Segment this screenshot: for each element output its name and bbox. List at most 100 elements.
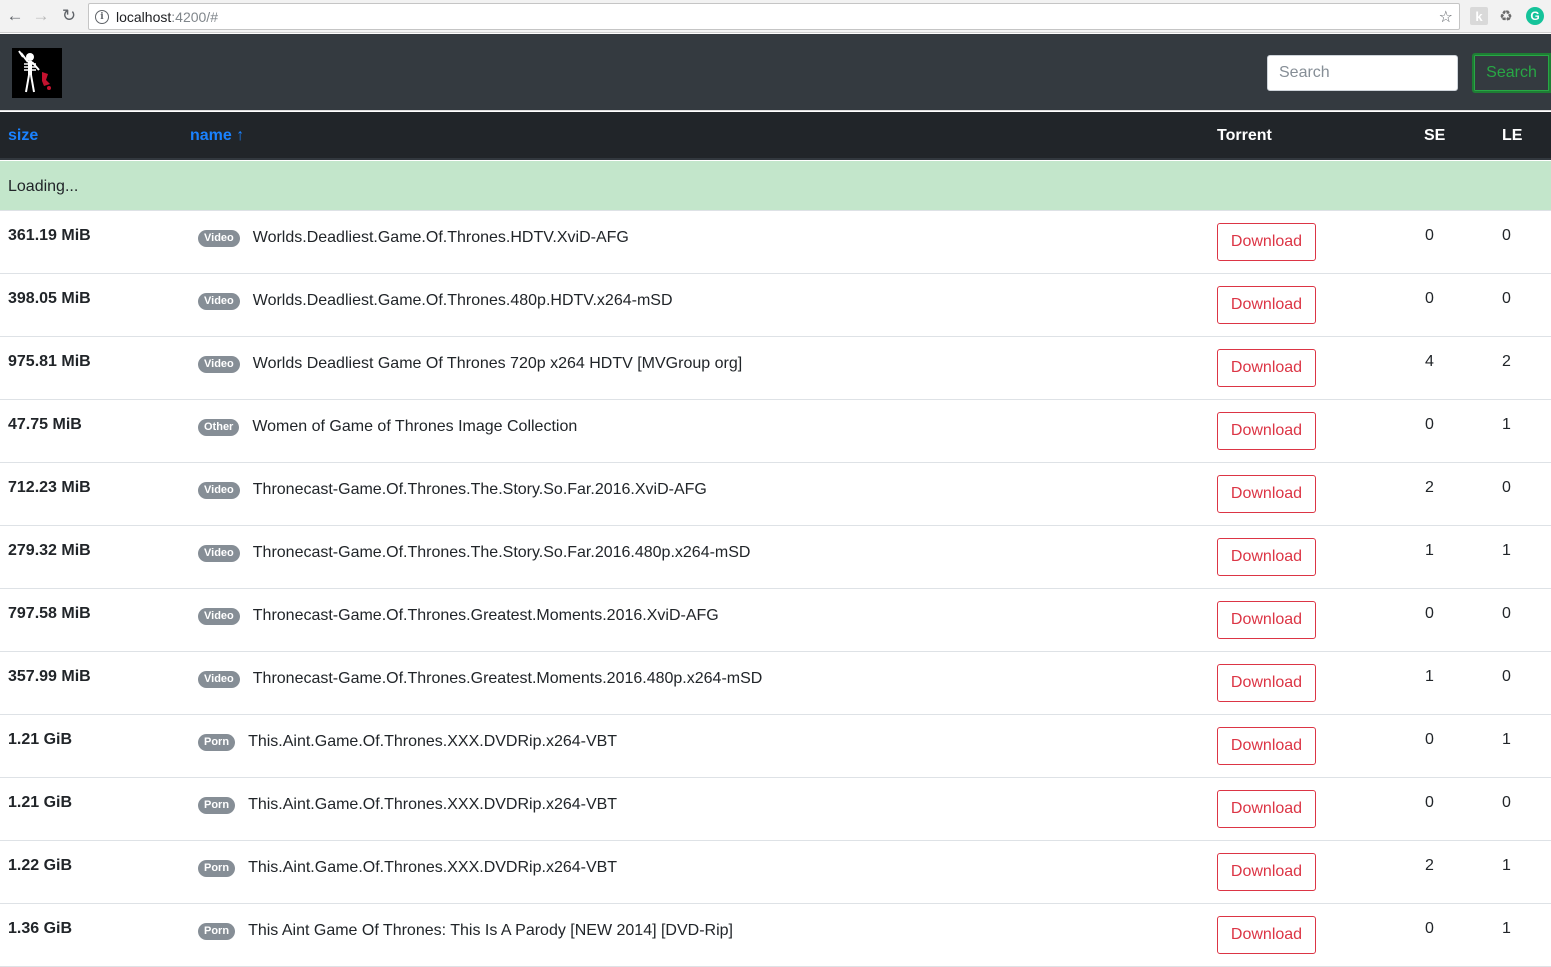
seeders-header: SE	[1424, 127, 1446, 144]
seeders-cell: 0	[1425, 731, 1434, 748]
download-button[interactable]: Download	[1217, 538, 1316, 576]
download-button[interactable]: Download	[1217, 475, 1316, 513]
torrent-name: Thronecast-Game.Of.Thrones.Greatest.Mome…	[252, 670, 763, 687]
seeders-cell: 0	[1425, 416, 1434, 433]
forward-arrow-icon[interactable]: →	[30, 5, 52, 27]
table-row: 712.23 MiB Video Thronecast-Game.Of.Thron…	[0, 463, 1551, 526]
category-badge: Video	[198, 607, 240, 625]
leechers-cell: 1	[1502, 731, 1511, 748]
category-badge: Video	[198, 355, 240, 373]
search-input[interactable]	[1267, 55, 1458, 91]
category-badge: Porn	[198, 859, 236, 877]
extension-k-icon[interactable]: k	[1470, 7, 1488, 25]
leechers-cell: 1	[1502, 416, 1511, 433]
download-button[interactable]: Download	[1217, 349, 1316, 387]
url-path: :4200/#	[171, 8, 218, 25]
seeders-cell: 4	[1425, 353, 1434, 370]
reload-icon[interactable]: ↻	[58, 5, 80, 27]
search-button[interactable]: Search	[1472, 53, 1551, 93]
seeders-cell: 2	[1425, 857, 1434, 874]
category-badge: Video	[198, 292, 240, 310]
table-row: 797.58 MiB Video Thronecast-Game.Of.Thron…	[0, 589, 1551, 652]
seeders-cell: 2	[1425, 479, 1434, 496]
leechers-cell: 0	[1502, 605, 1511, 622]
name-cell: Video Worlds.Deadliest.Game.Of.Thrones.HD…	[198, 229, 629, 247]
app-navbar: Search	[0, 34, 1551, 111]
bookmark-star-icon[interactable]: ☆	[1439, 7, 1453, 27]
download-button[interactable]: Download	[1217, 790, 1316, 828]
browser-toolbar: ← → ↻ i localhost:4200/# ☆ k ♻ G	[0, 0, 1551, 33]
table-row: 279.32 MiB Video Thronecast-Game.Of.Thron…	[0, 526, 1551, 589]
size-cell: 279.32 MiB	[8, 542, 91, 559]
name-cell: Porn This.Aint.Game.Of.Thrones.XXX.DVDRip…	[198, 796, 617, 814]
download-button[interactable]: Download	[1217, 286, 1316, 324]
seeders-cell: 0	[1425, 605, 1434, 622]
seeders-cell: 0	[1425, 794, 1434, 811]
name-cell: Video Worlds.Deadliest.Game.Of.Thrones.48…	[198, 292, 673, 310]
torrent-name: This.Aint.Game.Of.Thrones.XXX.DVDRip.x26…	[248, 733, 618, 750]
table-row: 1.21 GiB Porn This.Aint.Game.Of.Thrones.X…	[0, 715, 1551, 778]
download-button[interactable]: Download	[1217, 223, 1316, 261]
name-cell: Video Thronecast-Game.Of.Thrones.Greatest…	[198, 607, 719, 625]
download-button[interactable]: Download	[1217, 601, 1316, 639]
loading-text: Loading...	[8, 178, 79, 195]
size-cell: 1.21 GiB	[8, 731, 73, 748]
torrent-name: Worlds Deadliest Game Of Thrones 720p x2…	[252, 355, 743, 372]
leechers-cell: 1	[1502, 857, 1511, 874]
size-cell: 357.99 MiB	[8, 668, 91, 685]
name-cell: Porn This.Aint.Game.Of.Thrones.XXX.DVDRip…	[198, 859, 617, 877]
torrent-header: Torrent	[1217, 127, 1272, 144]
seeders-cell: 0	[1425, 227, 1434, 244]
leechers-header: LE	[1502, 127, 1523, 144]
torrent-name: Thronecast-Game.Of.Thrones.Greatest.Mome…	[252, 607, 719, 624]
name-cell: Video Thronecast-Game.Of.Thrones.The.Stor…	[198, 481, 707, 499]
size-cell: 1.36 GiB	[8, 920, 73, 937]
table-row: 1.22 GiB Porn This.Aint.Game.Of.Thrones.X…	[0, 841, 1551, 904]
sort-size-header[interactable]: size	[8, 127, 38, 145]
grammarly-extension-icon[interactable]: G	[1526, 7, 1544, 25]
seeders-cell: 1	[1425, 542, 1434, 559]
name-cell: Video Thronecast-Game.Of.Thrones.The.Stor…	[198, 544, 750, 562]
table-row: 398.05 MiB Video Worlds.Deadliest.Game.Of…	[0, 274, 1551, 337]
download-button[interactable]: Download	[1217, 853, 1316, 891]
back-arrow-icon[interactable]: ←	[4, 5, 26, 27]
torrent-name: This.Aint.Game.Of.Thrones.XXX.DVDRip.x26…	[248, 796, 618, 813]
loading-row: Loading...	[0, 161, 1551, 211]
leechers-cell: 0	[1502, 794, 1511, 811]
size-cell: 398.05 MiB	[8, 290, 91, 307]
address-bar[interactable]: i localhost:4200/# ☆	[88, 3, 1460, 30]
size-cell: 797.58 MiB	[8, 605, 91, 622]
torrent-name: Worlds.Deadliest.Game.Of.Thrones.480p.HD…	[252, 292, 673, 309]
leechers-cell: 1	[1502, 920, 1511, 937]
table-row: 47.75 MiB Other Women of Game of Thrones …	[0, 400, 1551, 463]
torrent-name: This Aint Game Of Thrones: This Is A Par…	[248, 922, 733, 939]
size-cell: 975.81 MiB	[8, 353, 91, 370]
name-cell: Video Thronecast-Game.Of.Thrones.Greatest…	[198, 670, 762, 688]
extension-recycle-icon[interactable]: ♻	[1497, 7, 1515, 25]
torrent-name: Women of Game of Thrones Image Collectio…	[252, 418, 578, 435]
pirate-logo[interactable]	[12, 48, 62, 98]
table-row: 361.19 MiB Video Worlds.Deadliest.Game.Of…	[0, 211, 1551, 274]
category-badge: Video	[198, 670, 240, 688]
download-button[interactable]: Download	[1217, 664, 1316, 702]
leechers-cell: 1	[1502, 542, 1511, 559]
torrent-name: Thronecast-Game.Of.Thrones.The.Story.So.…	[252, 481, 707, 498]
seeders-cell: 0	[1425, 290, 1434, 307]
name-cell: Other Women of Game of Thrones Image Coll…	[198, 418, 577, 436]
download-button[interactable]: Download	[1217, 727, 1316, 765]
url-host: localhost	[116, 8, 172, 25]
table-header: size name ↑ Torrent SE LE	[0, 112, 1551, 160]
torrent-name: This.Aint.Game.Of.Thrones.XXX.DVDRip.x26…	[248, 859, 618, 876]
size-cell: 1.21 GiB	[8, 794, 73, 811]
leechers-cell: 0	[1502, 227, 1511, 244]
category-badge: Video	[198, 229, 240, 247]
table-row: 1.36 GiB Porn This Aint Game Of Thrones: …	[0, 904, 1551, 967]
table-row: 975.81 MiB Video Worlds Deadliest Game Of…	[0, 337, 1551, 400]
size-cell: 712.23 MiB	[8, 479, 91, 496]
seeders-cell: 0	[1425, 920, 1434, 937]
size-cell: 47.75 MiB	[8, 416, 82, 433]
download-button[interactable]: Download	[1217, 916, 1316, 954]
info-icon[interactable]: i	[95, 9, 109, 24]
download-button[interactable]: Download	[1217, 412, 1316, 450]
sort-name-header[interactable]: name ↑	[190, 127, 244, 145]
